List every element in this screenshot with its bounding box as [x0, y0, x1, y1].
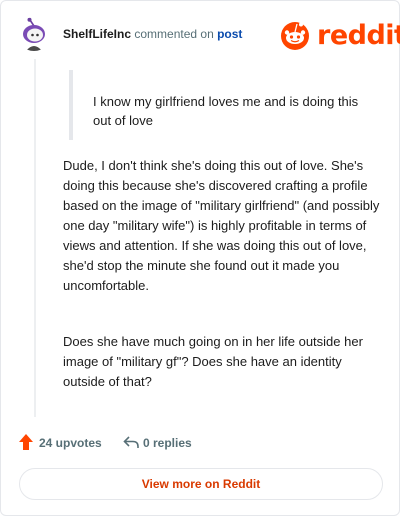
upvote-count: 24 upvotes — [39, 436, 102, 450]
reply-arrow-icon — [123, 436, 139, 448]
comment-meta: ShelfLifeInc commented on post — [63, 27, 242, 41]
upvote-arrow-icon — [19, 434, 33, 450]
comment-embed-card: ShelfLifeInc commented on post reddit I … — [0, 0, 400, 516]
reply-count: 0 replies — [143, 436, 192, 450]
reddit-wordmark: reddit — [317, 20, 400, 51]
comment-header: ShelfLifeInc commented on post reddit — [17, 17, 400, 51]
reddit-snoo-icon — [281, 22, 309, 50]
post-link[interactable]: post — [217, 27, 242, 41]
comment-paragraph: Dude, I don't think she's doing this out… — [63, 158, 380, 293]
commented-on-text: commented on — [134, 27, 214, 41]
username-link[interactable]: ShelfLifeInc — [63, 27, 131, 41]
quoted-text: I know my girlfriend loves me and is doi… — [69, 70, 369, 140]
user-avatar-icon[interactable] — [17, 17, 51, 51]
thread-line — [34, 59, 36, 417]
view-more-button[interactable]: View more on Reddit — [19, 468, 383, 500]
reddit-logo[interactable]: reddit — [279, 19, 400, 51]
comment-paragraph: Does she have much going on in her life … — [63, 334, 363, 389]
